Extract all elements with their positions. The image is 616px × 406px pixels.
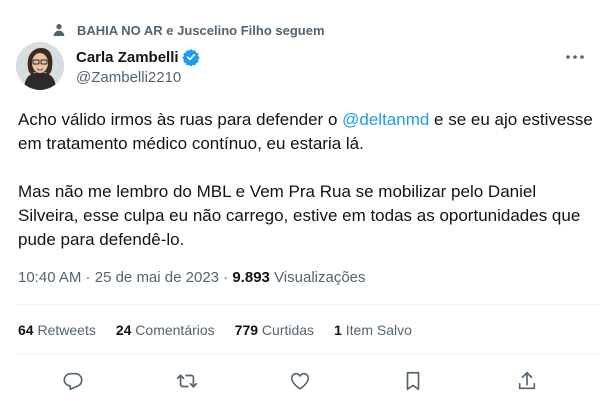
saves-stat[interactable]: 1 Item Salvo	[334, 322, 412, 338]
share-icon	[518, 371, 536, 390]
comments-count: 24	[115, 322, 132, 338]
likes-label: Curtidas	[261, 322, 315, 338]
saves-label: Item Salvo	[345, 322, 412, 338]
comments-label: Comentários	[135, 322, 215, 338]
saves-count: 1	[334, 322, 342, 338]
retweets-label: Retweets	[37, 322, 96, 338]
person-icon	[53, 24, 65, 36]
tweet-time[interactable]: 10:40 AM	[18, 269, 81, 286]
bookmark-icon	[406, 371, 420, 391]
bookmark-button[interactable]	[400, 368, 426, 394]
retweet-icon	[176, 374, 198, 388]
avatar-image	[16, 42, 64, 90]
comments-stat[interactable]: 24 Comentários	[116, 322, 215, 338]
author-handle[interactable]: @Zambelli2210	[76, 69, 181, 86]
tweet-stats: 64 Retweets 24 Comentários 779 Curtidas …	[18, 322, 432, 338]
author-name[interactable]: Carla Zambelli	[76, 49, 179, 66]
divider	[16, 304, 600, 305]
action-bar	[0, 368, 616, 396]
reply-button[interactable]	[60, 368, 86, 394]
tweet-text-part: Acho válido irmos às ruas para defender …	[18, 110, 343, 129]
likes-stat[interactable]: 779 Curtidas	[235, 322, 314, 338]
author-name-row[interactable]: Carla Zambelli	[76, 48, 200, 66]
reply-icon	[63, 372, 83, 391]
tweet-card: BAHIA NO AR e Juscelino Filho seguem Car…	[0, 0, 616, 406]
meta-separator: ·	[81, 269, 95, 286]
views-label: Visualizações	[274, 269, 366, 286]
tweet-paragraph-2: Mas não me lembro do MBL e Vem Pra Rua s…	[18, 182, 581, 249]
retweets-stat[interactable]: 64 Retweets	[18, 322, 96, 338]
like-button[interactable]	[287, 368, 313, 394]
tweet-text: Acho válido irmos às ruas para defender …	[18, 108, 598, 252]
share-button[interactable]	[514, 368, 540, 394]
more-icon[interactable]	[564, 50, 586, 64]
tweet-paragraph-1: Acho válido irmos às ruas para defender …	[18, 108, 598, 156]
heart-icon	[290, 372, 310, 390]
tweet-date[interactable]: 25 de mai de 2023	[95, 269, 219, 286]
views-count: 9.893	[232, 269, 270, 286]
likes-count: 779	[234, 322, 259, 338]
meta-separator: ·	[219, 269, 233, 286]
tweet-meta: 10:40 AM · 25 de mai de 2023 · 9.893 Vis…	[18, 269, 366, 286]
retweets-count: 64	[18, 322, 34, 338]
verified-badge-icon	[181, 49, 200, 66]
retweet-button[interactable]	[174, 368, 200, 394]
social-context[interactable]: BAHIA NO AR e Juscelino Filho seguem	[51, 22, 325, 38]
social-context-text: BAHIA NO AR e Juscelino Filho seguem	[77, 22, 325, 38]
avatar[interactable]	[16, 42, 64, 90]
divider	[16, 354, 600, 355]
mention-link[interactable]: @deltanmd	[342, 110, 429, 129]
